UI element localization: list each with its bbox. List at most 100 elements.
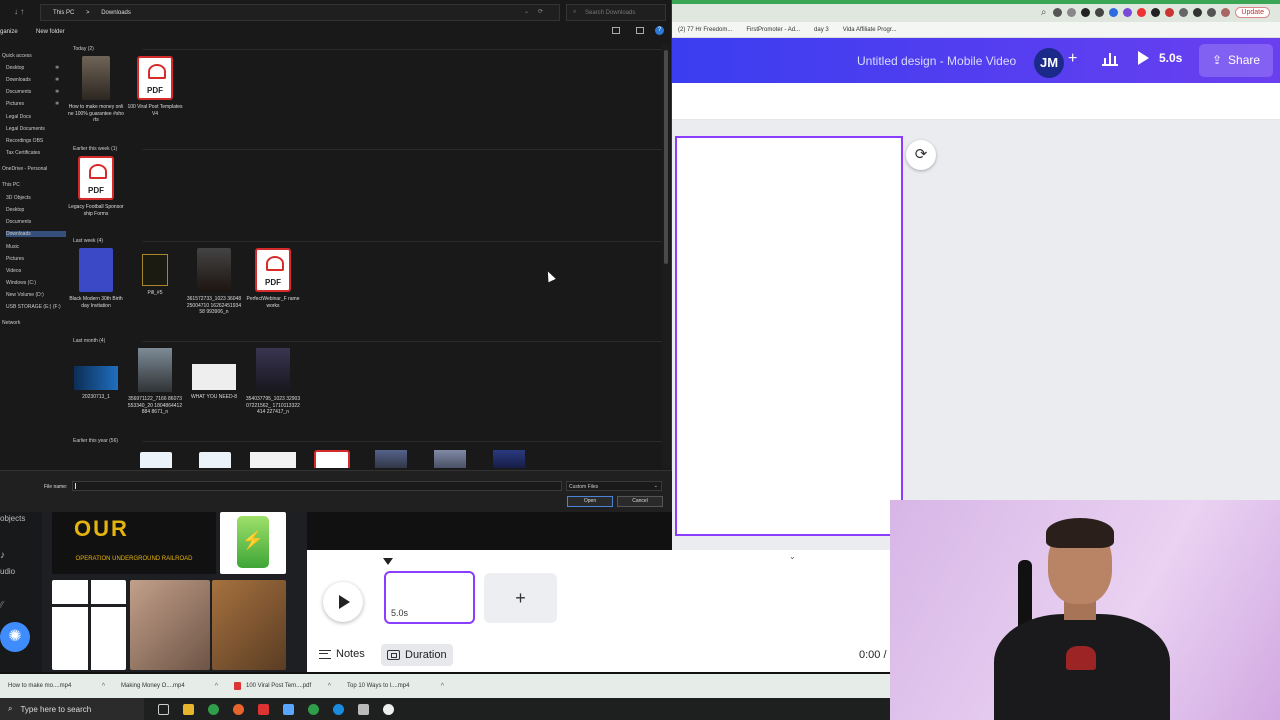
app-icon[interactable] <box>258 703 269 715</box>
new-folder-button[interactable]: New folder <box>36 29 65 35</box>
file-item[interactable] <box>314 450 350 468</box>
notes-button[interactable]: Notes <box>319 648 365 660</box>
file-item[interactable] <box>250 452 296 468</box>
download-item[interactable]: How to make mo....mp4 ^ <box>0 683 113 690</box>
group-header[interactable]: Earlier this year (56) <box>73 438 662 444</box>
extension-icon[interactable] <box>1179 8 1189 17</box>
cancel-button[interactable]: Cancel <box>617 496 663 507</box>
file-item[interactable] <box>434 450 466 468</box>
bookmark-item[interactable]: FirstPromoter - Ad... <box>746 27 800 33</box>
share-icon[interactable] <box>1053 8 1063 17</box>
file-item[interactable]: PDF PerfectWebinar_F rameworks <box>245 248 301 309</box>
extension-icon[interactable] <box>1151 8 1161 17</box>
address-bar[interactable]: This PC > Downloads ⌄ ⟳ <box>40 4 560 21</box>
nav-item[interactable]: New Volume (D:) <box>6 292 44 298</box>
duration-button[interactable]: Duration <box>381 644 453 666</box>
breadcrumb-item[interactable]: Downloads <box>101 10 131 16</box>
nav-item[interactable]: Videos <box>6 268 21 274</box>
file-item[interactable]: 20230713_1 <box>68 348 124 401</box>
file-item[interactable]: Black Modern 30th Birthday Invitation <box>68 248 124 309</box>
firefox-icon[interactable] <box>233 703 244 715</box>
rail-item-more[interactable]: ⁄⁄ <box>0 600 3 611</box>
nav-item[interactable]: Desktop <box>6 65 24 71</box>
nav-item[interactable]: Network <box>2 320 20 326</box>
search-input[interactable]: ⌕ Search Downloads <box>566 4 666 21</box>
file-list-scrollbar[interactable] <box>662 44 670 468</box>
file-item[interactable]: PDF 100 Viral Post Templates V4 <box>127 56 183 117</box>
chrome-icon[interactable] <box>208 703 219 715</box>
file-type-select[interactable]: Custom Files ⌄ <box>566 481 662 491</box>
chevron-down-icon[interactable]: ⌄ <box>789 552 796 561</box>
white-grid-thumbnail[interactable] <box>52 580 126 670</box>
organize-button[interactable]: ganize <box>0 29 18 35</box>
design-title[interactable]: Untitled design - Mobile Video <box>857 54 1016 68</box>
file-explorer-icon[interactable] <box>183 703 194 715</box>
preview-pane-icon[interactable] <box>636 27 644 34</box>
help-icon[interactable]: ? <box>655 26 664 35</box>
skype-icon[interactable] <box>333 703 344 715</box>
file-item[interactable] <box>375 450 407 468</box>
file-item[interactable]: WHAT YOU NEED-8 <box>186 348 242 401</box>
ugr-logo-thumbnail[interactable]: OUR OPERATION UNDERGROUND RAILROAD <box>52 512 216 574</box>
nav-item[interactable]: Pictures <box>6 101 24 107</box>
chevron-up-icon[interactable]: ^ <box>215 683 218 690</box>
playhead-marker[interactable] <box>383 558 393 565</box>
face-video-thumbnail[interactable] <box>212 580 286 670</box>
download-item[interactable]: Making Money O....mp4 ^ <box>113 683 226 690</box>
chevron-down-icon[interactable]: ⌄ <box>524 8 529 15</box>
file-item[interactable]: 356971122_7166 86073553340_20 1804864412… <box>127 348 183 416</box>
bookmark-item[interactable]: Vida Affiliate Progr... <box>843 27 897 33</box>
nav-item[interactable]: Quick access <box>2 53 32 59</box>
nav-item[interactable]: Tax Certificates <box>6 150 40 156</box>
profile-avatar-icon[interactable] <box>1221 8 1231 17</box>
obs-icon[interactable] <box>383 703 394 715</box>
rail-item-audio[interactable]: udio <box>0 567 15 576</box>
battery-thumbnail[interactable]: ⚡ <box>220 512 286 574</box>
avatar[interactable]: JM <box>1034 48 1064 78</box>
extension-icon[interactable] <box>1095 8 1105 17</box>
file-item[interactable] <box>199 452 231 468</box>
design-page[interactable] <box>675 136 903 536</box>
nav-arrows-icon[interactable]: ↓ ↑ <box>14 7 24 16</box>
present-button[interactable]: 5.0s <box>1138 51 1182 65</box>
rail-item-elements[interactable]: objects <box>0 514 25 523</box>
nav-item[interactable]: Pictures <box>6 256 24 262</box>
magic-sparkle-icon[interactable]: ✺ <box>0 622 30 652</box>
group-header[interactable]: Last month (4) <box>73 338 662 344</box>
puzzle-icon[interactable] <box>1193 8 1203 17</box>
bookmark-item[interactable]: (2) 77 Hr Freedom... <box>678 27 732 33</box>
extension-icon[interactable] <box>1123 8 1133 17</box>
group-header[interactable]: Today (2) <box>73 46 662 52</box>
refresh-icon[interactable]: ⟳ <box>538 8 543 15</box>
task-view-icon[interactable] <box>158 703 169 715</box>
update-button[interactable]: Update <box>1235 7 1270 18</box>
chrome-icon[interactable] <box>308 703 319 715</box>
download-item[interactable]: Top 10 Ways to l....mp4 ^ <box>339 683 452 690</box>
face-video-thumbnail[interactable] <box>130 580 210 670</box>
file-item[interactable]: 361572733_1023 3604825004710 16262451934… <box>186 248 242 316</box>
add-page-button[interactable]: + <box>484 573 557 623</box>
file-item[interactable]: 354037795_1023 3290307221562_ 1710113322… <box>245 348 301 416</box>
open-button[interactable]: Open <box>567 496 613 507</box>
bookmark-star-icon[interactable] <box>1067 8 1077 17</box>
nav-item[interactable]: Downloads <box>6 77 31 83</box>
taskbar-search[interactable]: ⌕ Type here to search <box>0 698 144 720</box>
nav-item[interactable]: Windows (C:) <box>6 280 36 286</box>
file-item[interactable]: PDF Legacy Football Sponsorship Forms <box>68 156 124 217</box>
nav-item[interactable]: USB STORAGE (E:) (F:) <box>6 304 61 310</box>
music-note-icon[interactable]: ♪ <box>0 550 5 561</box>
nav-item[interactable]: Desktop <box>6 207 24 213</box>
chevron-up-icon[interactable]: ^ <box>328 683 331 690</box>
nav-item[interactable]: Documents <box>6 89 31 95</box>
nav-item[interactable]: This PC <box>2 182 20 188</box>
file-item[interactable] <box>140 452 172 468</box>
chevron-up-icon[interactable]: ^ <box>441 683 444 690</box>
search-icon[interactable]: ⌕ <box>1041 7 1047 18</box>
file-item[interactable]: How to make money online 100% guarantee … <box>68 56 124 124</box>
nav-item[interactable]: Legal Docs <box>6 114 31 120</box>
add-collaborator-button[interactable]: + <box>1068 50 1077 68</box>
nav-item[interactable]: Downloads <box>6 231 66 237</box>
extension-icon[interactable] <box>1109 8 1119 17</box>
file-item[interactable]: Pill_#5 <box>127 248 183 297</box>
nav-item[interactable]: Legal Documents <box>6 126 45 132</box>
